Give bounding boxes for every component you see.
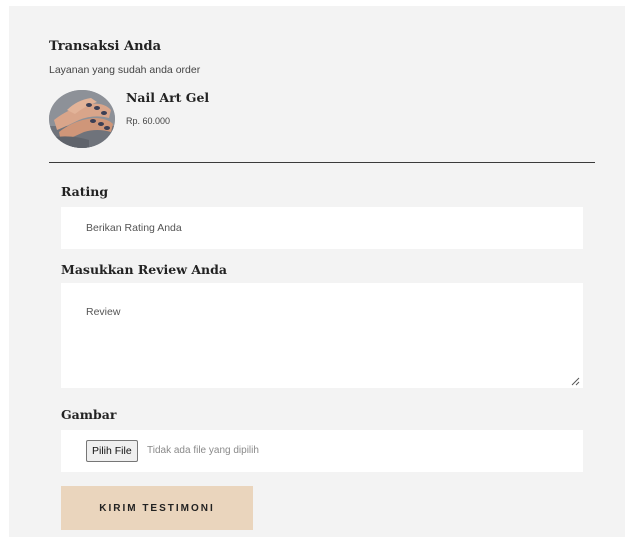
rating-label: Rating [61, 184, 109, 199]
rating-input[interactable] [61, 207, 583, 249]
review-textarea[interactable] [61, 283, 583, 388]
submit-testimonial-button[interactable]: KIRIM TESTIMONI [61, 486, 253, 530]
image-label: Gambar [61, 407, 117, 422]
section-divider [49, 162, 595, 163]
service-image [49, 90, 115, 148]
choose-file-button[interactable]: Pilih File [86, 440, 138, 462]
service-name: Nail Art Gel [126, 90, 210, 105]
nail-art-photo-icon [49, 90, 115, 148]
resize-grip-icon[interactable] [571, 377, 580, 386]
transaction-title: Transaksi Anda [49, 39, 162, 54]
transaction-subtitle: Layanan yang sudah anda order [49, 64, 201, 76]
transaction-panel: Transaksi Anda Layanan yang sudah anda o… [9, 6, 625, 537]
file-status: Tidak ada file yang dipilih [147, 445, 259, 456]
service-price: Rp. 60.000 [126, 116, 171, 126]
file-input[interactable]: Pilih File Tidak ada file yang dipilih [61, 430, 583, 472]
review-label: Masukkan Review Anda [61, 262, 227, 277]
